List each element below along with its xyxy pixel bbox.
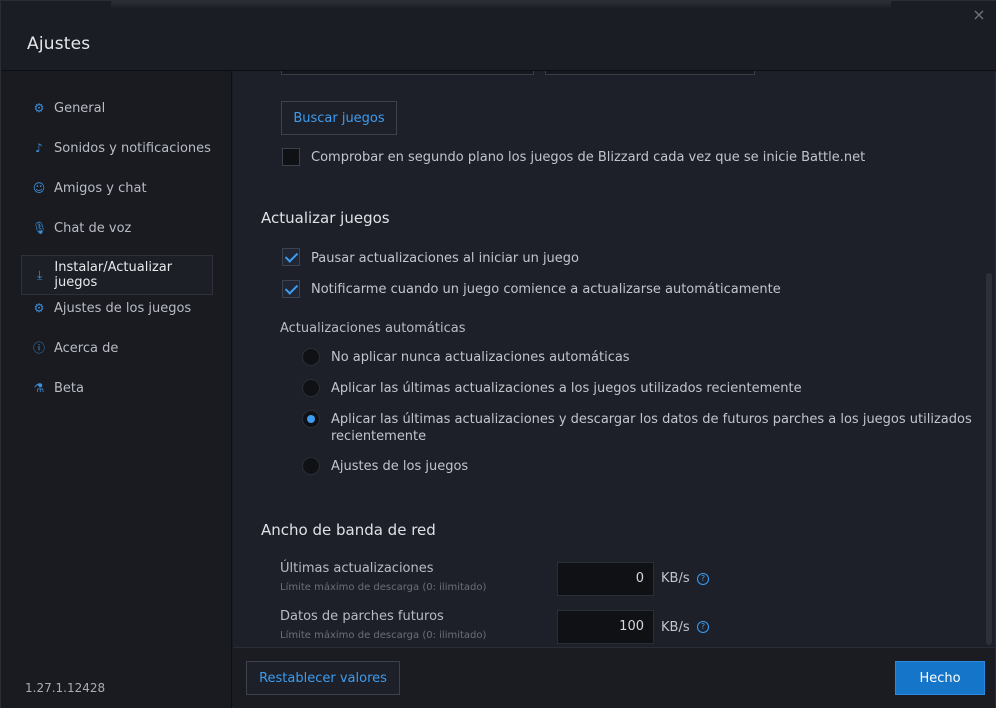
- auto-update-option-label: No aplicar nunca actualizaciones automát…: [331, 350, 630, 365]
- auto-update-game-settings-radio[interactable]: [302, 457, 320, 475]
- notify-updates-checkbox[interactable]: [282, 280, 300, 298]
- footer-bar: Restablecer valores Hecho: [233, 647, 995, 708]
- background-check-label: Comprobar en segundo plano los juegos de…: [311, 150, 866, 165]
- close-icon[interactable]: ×: [970, 6, 988, 24]
- auto-updates-heading: Actualizaciones automáticas: [280, 321, 466, 336]
- sidebar-item-label: Amigos y chat: [54, 180, 147, 196]
- sidebar-item-label: Instalar/Actualizar juegos: [54, 260, 173, 290]
- latest-updates-label: Últimas actualizaciones: [280, 561, 434, 576]
- sidebar-item-friends[interactable]: ☺ Amigos y chat: [21, 168, 213, 208]
- sidebar-item-label: Ajustes de los juegos: [54, 300, 192, 316]
- gear-icon: ⚙: [33, 101, 45, 115]
- auto-update-option-label-line2: recientemente: [331, 429, 427, 444]
- pause-updates-checkbox[interactable]: [282, 248, 300, 266]
- notification-icon: ♪: [35, 141, 43, 155]
- settings-content: Buscar juegos Comprobar en segundo plano…: [233, 71, 995, 647]
- friends-icon: ☺: [32, 181, 46, 195]
- auto-update-option-label: Aplicar las últimas actualizaciones a lo…: [331, 381, 802, 396]
- auto-update-option-label-line1: Aplicar las últimas actualizaciones y de…: [331, 412, 972, 427]
- sidebar-item-sounds[interactable]: ♪ Sonidos y notificaciones: [21, 128, 213, 168]
- install-location-field[interactable]: [281, 71, 534, 75]
- help-icon[interactable]: ?: [697, 573, 709, 585]
- sidebar-item-label: Chat de voz: [54, 220, 132, 236]
- notify-updates-label: Notificarme cuando un juego comience a a…: [311, 282, 781, 297]
- done-button[interactable]: Hecho: [895, 661, 985, 695]
- sidebar-item-about[interactable]: ⓘ Acerca de: [21, 328, 213, 368]
- title-bar-strip: [111, 1, 891, 9]
- latest-updates-unit: KB/s: [661, 571, 690, 586]
- future-patches-hint: Límite máximo de descarga (0: ilimitado): [280, 630, 487, 641]
- sidebar-item-label: Acerca de: [54, 340, 119, 356]
- reset-defaults-button[interactable]: Restablecer valores: [246, 661, 400, 695]
- version-label: 1.27.1.12428: [25, 681, 106, 695]
- bandwidth-heading: Ancho de banda de red: [261, 521, 436, 539]
- sidebar-item-voice-chat[interactable]: 🎙 Chat de voz: [21, 208, 213, 248]
- future-patches-label: Datos de parches futuros: [280, 609, 444, 624]
- pause-updates-label: Pausar actualizaciones al iniciar un jue…: [311, 251, 580, 266]
- flask-icon: ⚗: [33, 381, 45, 395]
- sidebar-item-general[interactable]: ⚙ General: [21, 88, 213, 128]
- help-icon[interactable]: ?: [697, 621, 709, 633]
- sidebar: ⚙ General ♪ Sonidos y notificaciones ☺ A…: [1, 71, 232, 708]
- settings-window: Ajustes × ⚙ General ♪ Sonidos y notifica…: [0, 0, 996, 708]
- future-patches-unit: KB/s: [661, 620, 690, 635]
- sidebar-item-label: General: [54, 100, 106, 116]
- sidebar-item-beta[interactable]: ⚗ Beta: [21, 368, 213, 408]
- microphone-icon: 🎙: [32, 221, 48, 235]
- info-icon: ⓘ: [32, 341, 45, 355]
- sidebar-item-label: Beta: [54, 380, 84, 396]
- auto-update-never-radio[interactable]: [302, 348, 320, 366]
- download-icon: ⤓: [37, 268, 43, 282]
- secondary-field[interactable]: [545, 71, 755, 75]
- auto-update-option-label: Ajustes de los juegos: [331, 459, 469, 474]
- future-patches-limit-input[interactable]: 100: [557, 610, 654, 644]
- sidebar-item-label: Sonidos y notificaciones: [54, 140, 211, 156]
- content-scrollbar[interactable]: [986, 273, 992, 645]
- sidebar-item-game-settings[interactable]: ⚙ Ajustes de los juegos: [21, 288, 213, 328]
- latest-updates-limit-input[interactable]: 0: [557, 562, 654, 596]
- game-settings-icon: ⚙: [33, 301, 45, 315]
- auto-update-recent-future-radio[interactable]: [302, 410, 320, 428]
- background-check-checkbox[interactable]: [282, 148, 300, 166]
- title-bar: Ajustes ×: [1, 1, 996, 71]
- window-title: Ajustes: [27, 34, 91, 54]
- latest-updates-hint: Límite máximo de descarga (0: ilimitado): [280, 582, 487, 593]
- scan-games-button[interactable]: Buscar juegos: [281, 101, 397, 135]
- auto-update-recent-radio[interactable]: [302, 379, 320, 397]
- updates-heading: Actualizar juegos: [261, 209, 390, 227]
